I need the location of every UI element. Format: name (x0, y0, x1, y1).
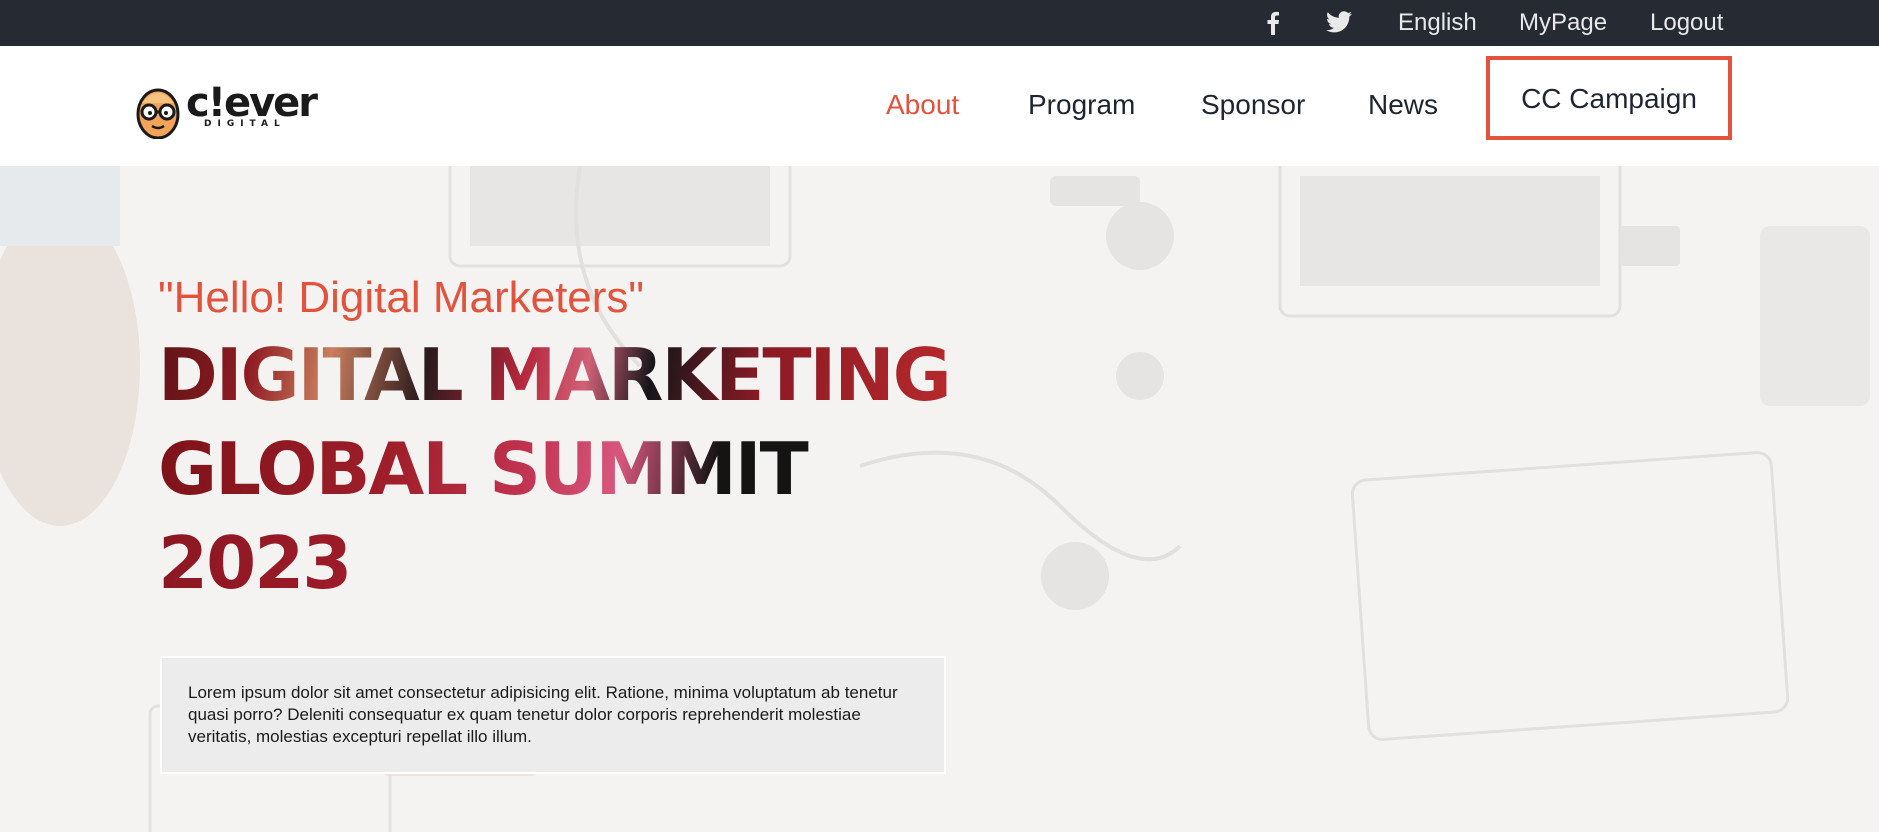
facebook-icon[interactable] (1266, 0, 1290, 46)
hero-description: Lorem ipsum dolor sit amet consectetur a… (188, 683, 898, 746)
nav-about[interactable]: About (886, 82, 959, 128)
mypage-link[interactable]: MyPage (1519, 0, 1607, 46)
top-utility-bar: English MyPage Logout (0, 0, 1879, 46)
main-navbar: c!ever DIGITAL About Program Sponsor New… (0, 46, 1879, 166)
hero-title-line: GLOBAL SUMMIT (158, 422, 950, 516)
hero-description-box: Lorem ipsum dolor sit amet consectetur a… (160, 656, 946, 774)
hero-title-line: 2023 (158, 516, 950, 610)
logo[interactable]: c!ever DIGITAL (134, 80, 318, 139)
cc-campaign-button[interactable]: CC Campaign (1486, 56, 1732, 140)
language-link[interactable]: English (1398, 0, 1477, 46)
hero-content: "Hello! Digital Marketers" DIGITAL MARKE… (158, 272, 952, 610)
hero-title-line: DIGITAL MARKETING (158, 328, 952, 422)
nav-program[interactable]: Program (1028, 82, 1135, 128)
hero-greeting: "Hello! Digital Marketers" (158, 273, 645, 322)
logout-link[interactable]: Logout (1650, 0, 1723, 46)
nav-news[interactable]: News (1368, 82, 1438, 128)
hero-title: DIGITAL MARKETING GLOBAL SUMMIT 2023 (158, 328, 952, 610)
logo-subtitle: DIGITAL (204, 119, 286, 129)
egg-mascot-icon (136, 88, 180, 139)
nav-sponsor[interactable]: Sponsor (1201, 82, 1305, 128)
hero-section: "Hello! Digital Marketers" DIGITAL MARKE… (0, 166, 1879, 832)
twitter-icon[interactable] (1326, 0, 1356, 46)
